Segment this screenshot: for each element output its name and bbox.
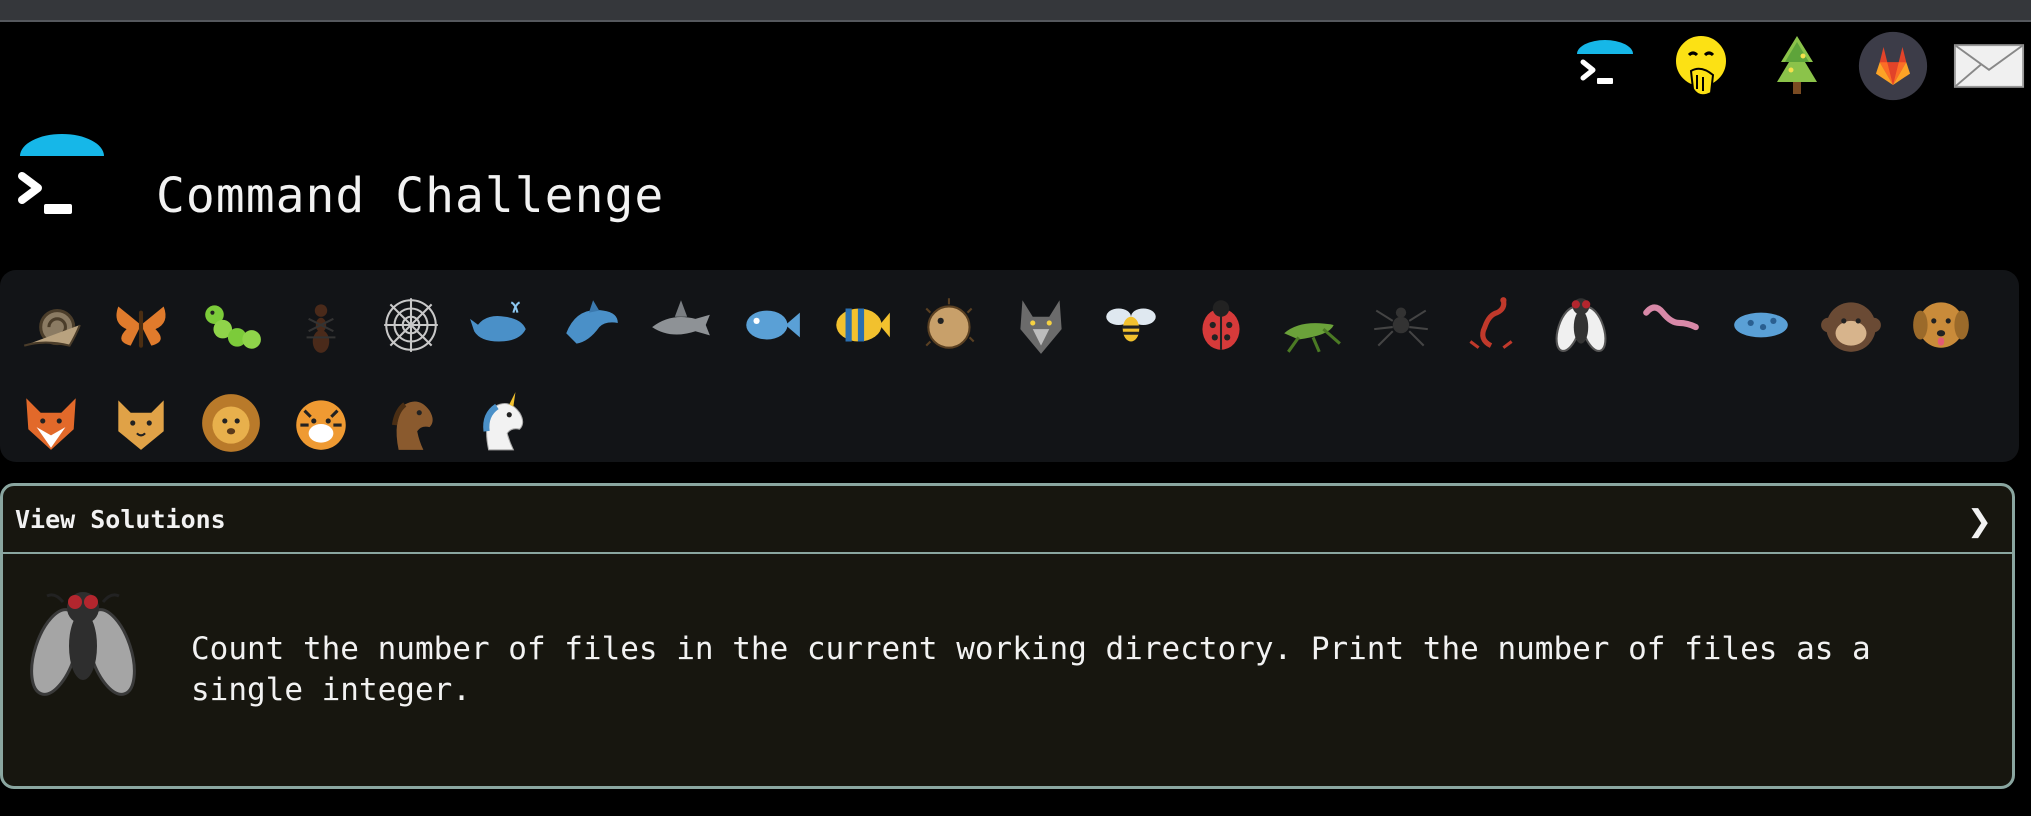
fox-icon <box>26 398 76 450</box>
challenge-dog-button[interactable] <box>1896 284 1986 366</box>
spider-icon <box>1374 307 1428 347</box>
emoji-button[interactable] <box>1665 28 1737 104</box>
tiger-icon <box>296 400 346 450</box>
unicorn-icon <box>483 392 524 451</box>
mail-button[interactable] <box>1953 28 2025 104</box>
challenge-tiger-button[interactable] <box>276 382 366 464</box>
dolphin-icon <box>566 300 618 344</box>
challenge-horse-button[interactable] <box>366 382 456 464</box>
ant-icon <box>306 304 336 353</box>
command-challenge-logo-icon <box>18 134 104 214</box>
fish-icon <box>746 310 800 340</box>
envelope-icon <box>1953 44 2025 88</box>
blowfish-icon <box>925 298 975 349</box>
page-title: Command Challenge <box>156 168 665 224</box>
cat-icon <box>118 400 164 450</box>
tree-icon <box>1777 36 1817 94</box>
challenge-cricket-button[interactable] <box>1266 284 1356 366</box>
dog-icon <box>1913 302 1969 348</box>
honeybee-icon <box>1106 308 1156 342</box>
microbe-icon <box>1734 312 1788 338</box>
challenge-dolphin-button[interactable] <box>546 284 636 366</box>
monkey-icon <box>1821 302 1881 352</box>
view-solutions-label: View Solutions <box>15 504 226 534</box>
whale-icon <box>470 301 526 342</box>
challenge-worm-button[interactable] <box>1626 284 1716 366</box>
cricket-icon <box>1284 323 1341 353</box>
challenge-tropical-fish-button[interactable] <box>816 284 906 366</box>
challenge-unicorn-button[interactable] <box>456 382 546 464</box>
tropical-fish-icon <box>836 308 890 342</box>
top-nav <box>1569 24 2031 108</box>
challenge-honeybee-button[interactable] <box>1086 284 1176 366</box>
challenge-lion-button[interactable] <box>186 382 276 464</box>
terminal-logo-icon <box>1577 40 1633 84</box>
spider-web-icon <box>384 298 438 352</box>
horse-icon <box>391 401 433 450</box>
challenge-snail-button[interactable] <box>6 284 96 366</box>
challenge-description: Count the number of files in the current… <box>191 631 1871 708</box>
challenge-microbe-button[interactable] <box>1716 284 1806 366</box>
wolf-icon <box>1020 300 1062 354</box>
challenge-fly-button[interactable] <box>1536 284 1626 366</box>
challenge-caterpillar-button[interactable] <box>186 284 276 366</box>
challenge-butterfly-button[interactable] <box>96 284 186 366</box>
gitlab-icon <box>1858 31 1928 101</box>
fly-icon <box>1555 298 1607 352</box>
chevron-right-icon: ❯ <box>1966 504 1992 539</box>
butterfly-icon <box>116 306 166 348</box>
challenge-spider-web-button[interactable] <box>366 284 456 366</box>
challenge-picker <box>0 270 2019 462</box>
challenge-spider-button[interactable] <box>1356 284 1446 366</box>
challenge-wolf-button[interactable] <box>996 284 1086 366</box>
browser-top-strip <box>0 0 2031 22</box>
shark-icon <box>652 300 710 336</box>
view-solutions-toggle[interactable]: View Solutions ❯ <box>3 486 2012 554</box>
challenge-cat-button[interactable] <box>96 382 186 464</box>
challenge-ladybug-button[interactable] <box>1176 284 1266 366</box>
challenge-shark-button[interactable] <box>636 284 726 366</box>
challenge-whale-button[interactable] <box>456 284 546 366</box>
challenge-monkey-button[interactable] <box>1806 284 1896 366</box>
challenge-ant-button[interactable] <box>276 284 366 366</box>
challenge-card: View Solutions ❯ Count the number of fil… <box>0 483 2015 789</box>
snail-icon <box>23 309 81 347</box>
challenge-fox-button[interactable] <box>6 382 96 464</box>
caterpillar-icon <box>205 305 261 349</box>
challenge-fish-button[interactable] <box>726 284 816 366</box>
scorpion-icon <box>1469 297 1513 349</box>
challenge-blowfish-button[interactable] <box>906 284 996 366</box>
lion-icon <box>202 394 260 452</box>
home-logo-button[interactable] <box>1569 28 1641 104</box>
ladybug-icon <box>1202 300 1240 350</box>
challenge-icon-grid <box>6 284 2006 464</box>
tree-button[interactable] <box>1761 28 1833 104</box>
worm-icon <box>1643 304 1699 331</box>
challenge-scorpion-button[interactable] <box>1446 284 1536 366</box>
gitlab-button[interactable] <box>1857 28 1929 104</box>
fly-icon <box>30 592 136 696</box>
face-with-hand-over-mouth-icon <box>1674 34 1728 97</box>
